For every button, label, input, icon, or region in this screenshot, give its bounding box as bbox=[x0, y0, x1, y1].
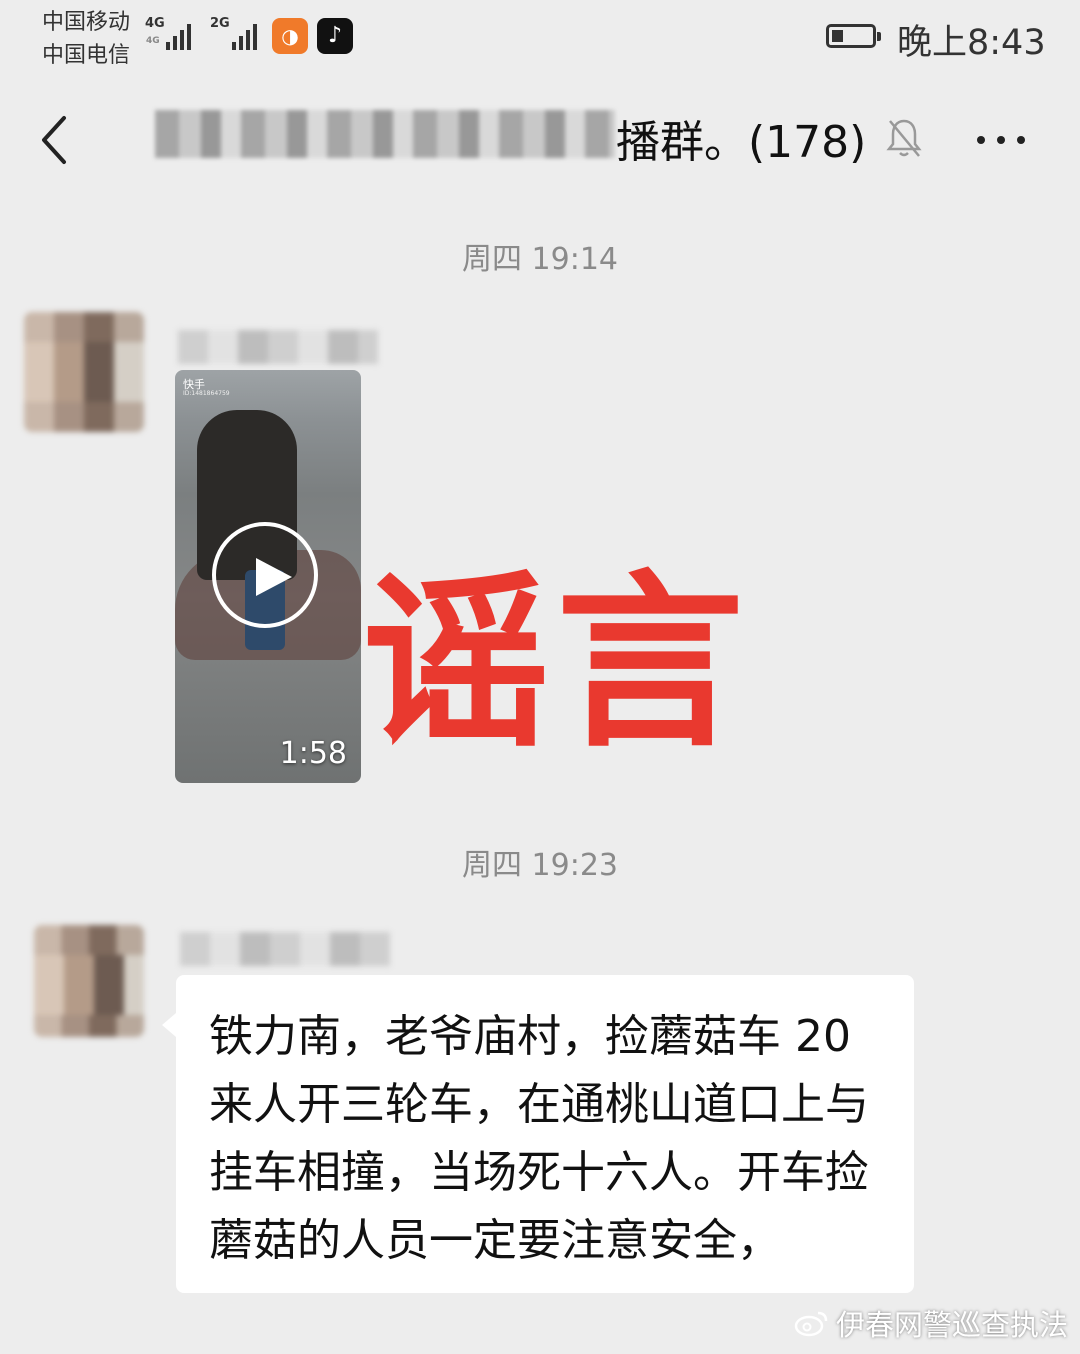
dot-icon bbox=[977, 136, 985, 144]
sender-name-redacted bbox=[178, 330, 378, 364]
network-type-2-small: 4G bbox=[146, 36, 160, 46]
sender-name-redacted bbox=[180, 932, 390, 966]
chat-title-redacted bbox=[155, 110, 615, 158]
message-text: 铁力南，老爷庙村，捡蘑菇车 20来人开三轮车，在通桃山道口上与挂车相撞，当场死十… bbox=[209, 1011, 869, 1266]
battery-icon bbox=[826, 24, 881, 48]
video-message[interactable]: 快手 ID:1481864759 1:58 bbox=[175, 370, 361, 783]
status-time: 晚上8:43 bbox=[897, 23, 1046, 63]
carrier-info: 中国移动 中国电信 bbox=[42, 6, 130, 72]
chevron-left-icon bbox=[42, 116, 66, 164]
video-duration: 1:58 bbox=[279, 736, 347, 771]
play-icon bbox=[256, 558, 292, 596]
carrier-1: 中国移动 bbox=[42, 10, 131, 35]
text-message-bubble[interactable]: 铁力南，老爷庙村，捡蘑菇车 20来人开三轮车，在通桃山道口上与挂车相撞，当场死十… bbox=[162, 975, 914, 1293]
message-timestamp: 周四 19:14 bbox=[462, 242, 618, 277]
chat-header: 播群。(178) bbox=[0, 80, 1080, 200]
sender-avatar[interactable] bbox=[34, 925, 144, 1037]
watermark-text: 伊春网警巡查执法 bbox=[835, 1308, 1068, 1342]
message-timestamp: 周四 19:23 bbox=[462, 848, 618, 883]
status-bar: 中国移动 中国电信 4G 2G 4G ◑ ♪ 晚上8:43 bbox=[0, 0, 1080, 80]
rumor-stamp: 谣言 bbox=[362, 554, 750, 773]
carrier-2: 中国电信 bbox=[42, 43, 131, 68]
network-type-1: 4G bbox=[145, 16, 165, 31]
weibo-watermark: 伊春网警巡查执法 bbox=[794, 1302, 1068, 1344]
play-button[interactable] bbox=[212, 522, 318, 628]
chat-title: 播群。(178) bbox=[616, 117, 867, 168]
more-options-button[interactable] bbox=[975, 130, 1029, 150]
chat-screen: 中国移动 中国电信 4G 2G 4G ◑ ♪ 晚上8:43 播群。(178) 周… bbox=[0, 0, 1080, 1354]
signal-bars-1-icon bbox=[166, 20, 191, 50]
network-type-2: 2G bbox=[210, 16, 230, 31]
back-button[interactable] bbox=[34, 110, 84, 170]
uc-browser-icon: ◑ bbox=[272, 18, 308, 54]
sender-avatar[interactable] bbox=[24, 312, 144, 432]
tiktok-icon: ♪ bbox=[317, 18, 353, 54]
video-watermark-id: ID:1481864759 bbox=[183, 390, 230, 397]
dot-icon bbox=[997, 136, 1005, 144]
signal-bars-2-icon bbox=[232, 20, 257, 50]
weibo-icon bbox=[794, 1311, 828, 1337]
dot-icon bbox=[1017, 136, 1025, 144]
mute-bell-icon bbox=[884, 116, 924, 160]
